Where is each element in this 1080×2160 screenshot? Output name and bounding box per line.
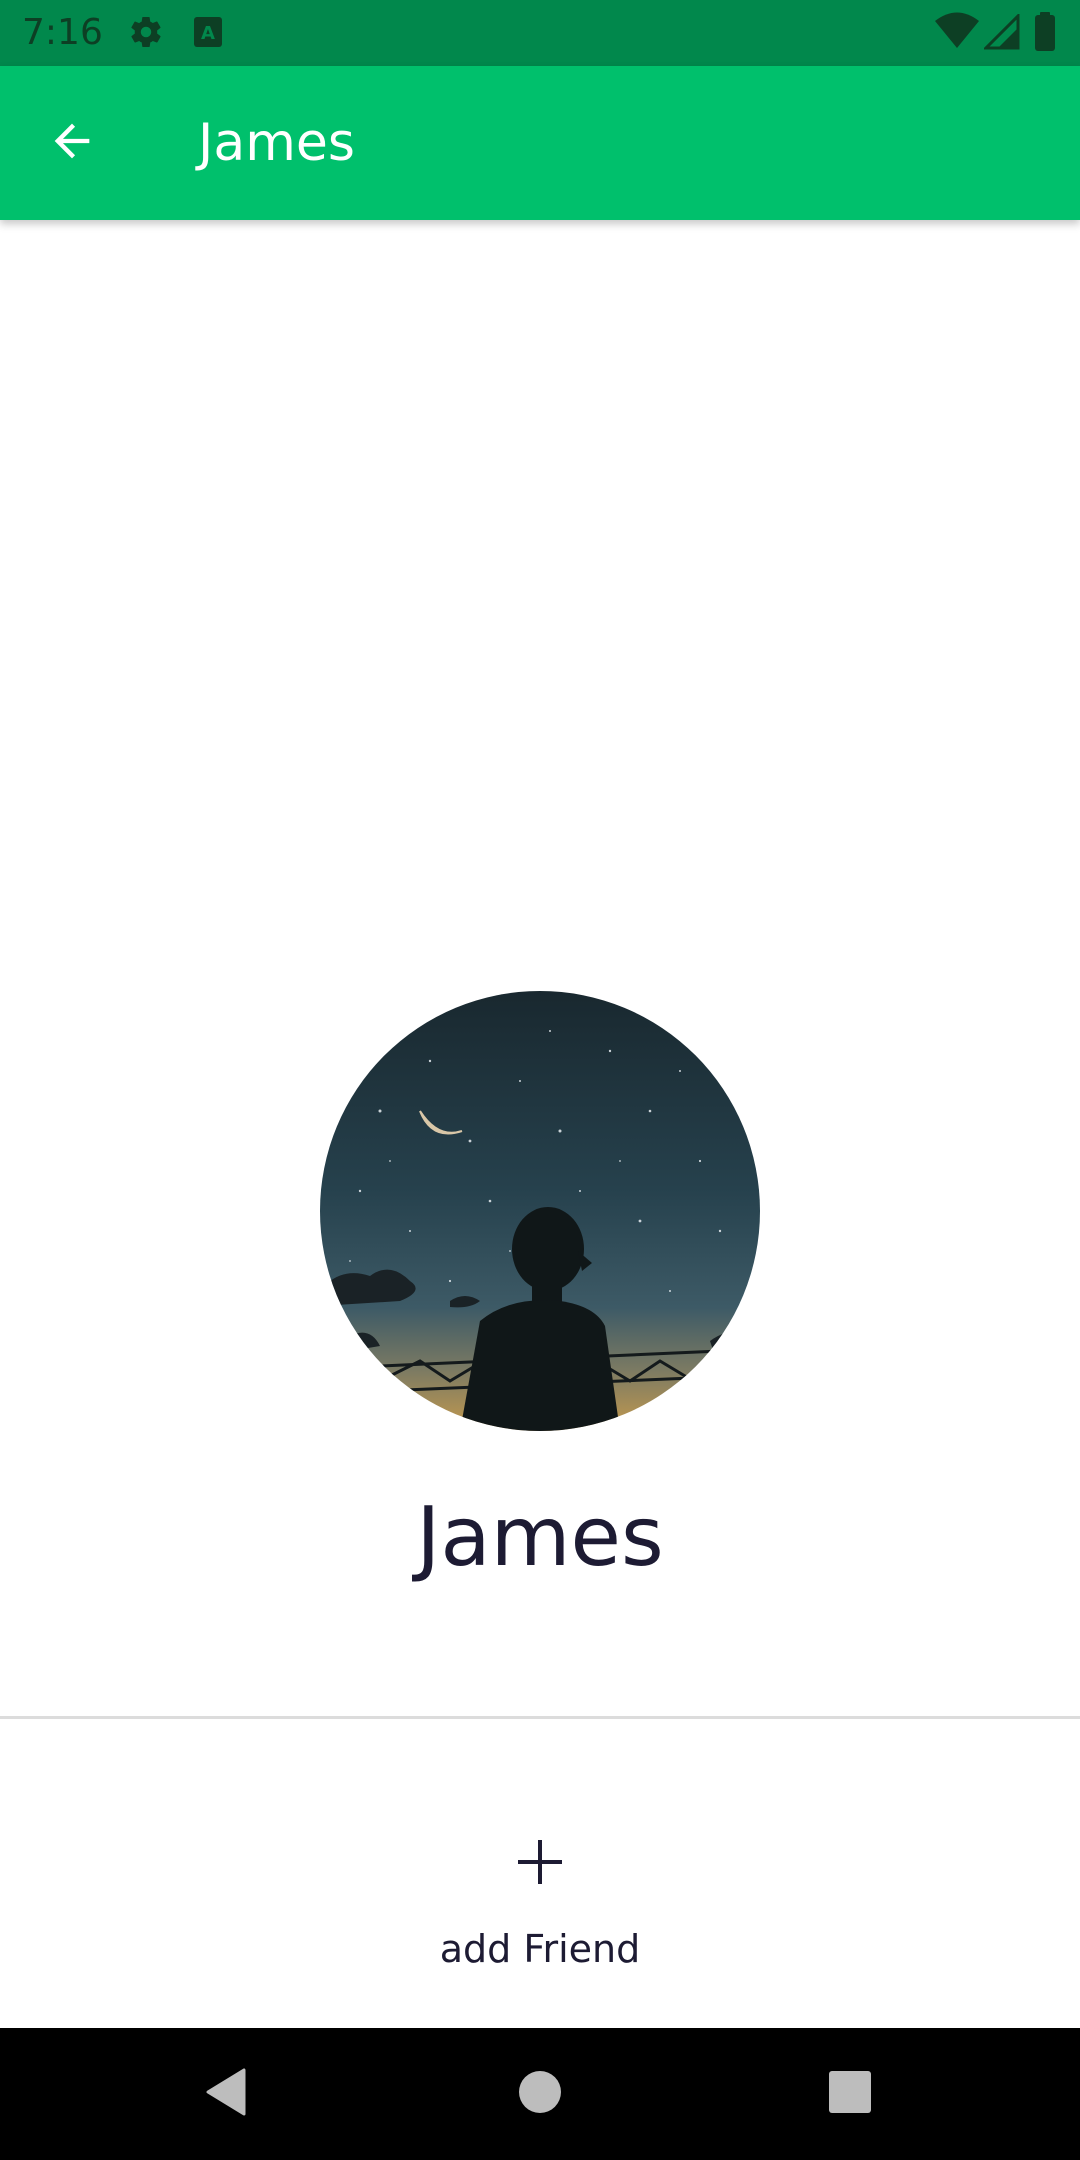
navigation-bar [0,2028,1080,2160]
nav-home-button[interactable] [508,2062,572,2126]
divider [0,1716,1080,1719]
nav-recents-button[interactable] [818,2062,882,2126]
arrow-back-icon [46,115,98,171]
cell-signal-icon [982,12,1020,54]
gear-icon [128,14,164,54]
svg-text:A: A [201,23,215,44]
battery-icon [1034,12,1056,56]
avatar [320,991,760,1431]
profile-name: James [416,1490,664,1585]
status-time: 7:16 [22,12,103,53]
add-friend-label: add Friend [439,1927,641,1971]
add-friend-button[interactable]: add Friend [390,1820,690,1980]
wifi-icon [934,12,980,54]
back-triangle-icon [204,2068,248,2120]
plus-icon [518,1840,562,1884]
status-bar: 7:16 A [0,0,1080,66]
nav-back-button[interactable] [194,2062,258,2126]
recents-square-icon [829,2071,871,2117]
back-button[interactable] [36,107,108,179]
profile-screen: 7:16 A James James add Friend [0,0,1080,2160]
app-bar: James [0,66,1080,220]
keyboard-a-icon: A [192,14,224,54]
home-circle-icon [518,2070,562,2118]
page-title: James [198,113,355,173]
